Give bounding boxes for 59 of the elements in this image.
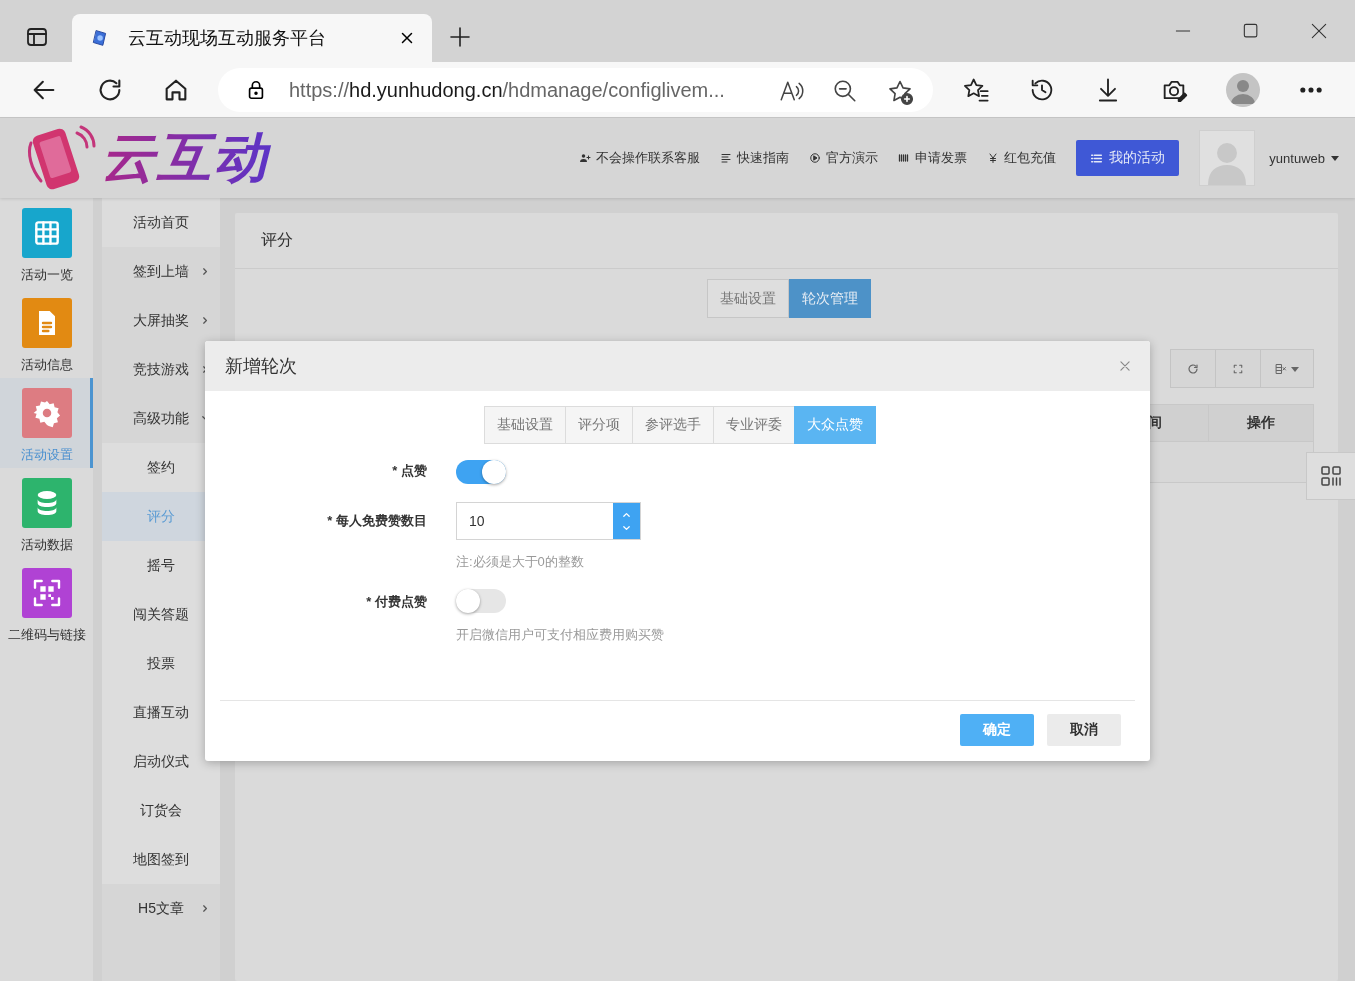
contact-icon: [579, 152, 592, 164]
field-label: * 每人免费赞数目: [327, 513, 427, 528]
caret-down-icon: [1331, 154, 1339, 162]
tab-title: 云互动现场互动服务平台: [128, 27, 327, 50]
hint-text: 注:必须是大于0的整数: [456, 553, 584, 571]
column-header: 操作: [1247, 414, 1275, 432]
sidebar-icon[interactable]: [25, 25, 49, 49]
columns-icon: [1275, 362, 1287, 375]
username[interactable]: yuntuweb: [1269, 150, 1325, 166]
nav-item[interactable]: 二维码与链接: [0, 558, 93, 648]
nav-item[interactable]: 活动数据: [0, 468, 93, 558]
fullscreen-icon: [1233, 363, 1243, 374]
play-icon: [809, 152, 822, 164]
guide-icon: [720, 152, 733, 164]
field-label: * 付费点赞: [366, 594, 427, 609]
layout-button[interactable]: [1306, 452, 1355, 500]
menu-item[interactable]: 地图签到: [102, 835, 220, 884]
header-link[interactable]: 申请发票: [898, 149, 968, 167]
tab[interactable]: 基础设置: [484, 406, 566, 444]
invoice-icon: [898, 152, 911, 164]
header-link[interactable]: 快速指南: [720, 149, 790, 167]
tab[interactable]: 评分项: [565, 406, 633, 444]
chevron-right-icon: [201, 267, 210, 276]
hint-text: 开启微信用户可支付相应费用购买赞: [456, 626, 664, 644]
refresh-icon: [1187, 362, 1199, 375]
nav-item[interactable]: 活动信息: [0, 288, 93, 378]
number-field[interactable]: 10: [456, 502, 641, 540]
panel-title: 评分: [261, 230, 293, 250]
my-activities-button[interactable]: 我的活动: [1076, 140, 1180, 176]
close-icon[interactable]: [1309, 21, 1329, 41]
number-input[interactable]: 10: [457, 503, 613, 539]
menu-item[interactable]: 启动仪式: [102, 737, 220, 786]
tab[interactable]: 参评选手: [632, 406, 714, 444]
columns-button[interactable]: [1260, 349, 1314, 388]
menu-item[interactable]: 活动首页: [102, 198, 220, 247]
nav-item[interactable]: 活动一览: [0, 198, 93, 288]
chevron-right-icon: [201, 316, 210, 325]
toggle-switch[interactable]: [456, 460, 506, 484]
menu-item[interactable]: 订货会: [102, 786, 220, 835]
address-bar[interactable]: https://hd.yunhudong.cn/hdmanage/configlivem...: [218, 68, 933, 112]
caret-down-icon: [1291, 364, 1299, 373]
url-text: https://hd.yunhudong.cn/hdmanage/configlivem...: [289, 78, 725, 102]
dialog-title: 新增轮次: [225, 355, 298, 378]
profile-avatar[interactable]: [1226, 73, 1260, 107]
header-link[interactable]: 官方演示: [809, 149, 879, 167]
zoom-out-icon[interactable]: [832, 78, 858, 104]
cancel-button[interactable]: 取消: [1047, 714, 1121, 746]
header-link[interactable]: 红包充值: [987, 149, 1057, 167]
chevron-right-icon: [201, 904, 210, 913]
layout-icon[interactable]: [1319, 464, 1343, 488]
header-link[interactable]: 不会操作联系客服: [579, 149, 701, 167]
field-label: * 点赞: [392, 463, 427, 478]
chevron-down-icon[interactable]: [622, 523, 631, 533]
browser-tab[interactable]: 云互动现场互动服务平台: [72, 14, 432, 62]
add-favorite-icon[interactable]: [886, 78, 914, 106]
toggle-switch[interactable]: [456, 589, 506, 613]
tab[interactable]: 专业评委: [713, 406, 795, 444]
new-tab-icon[interactable]: [448, 25, 472, 49]
favorites-icon[interactable]: [962, 76, 990, 104]
